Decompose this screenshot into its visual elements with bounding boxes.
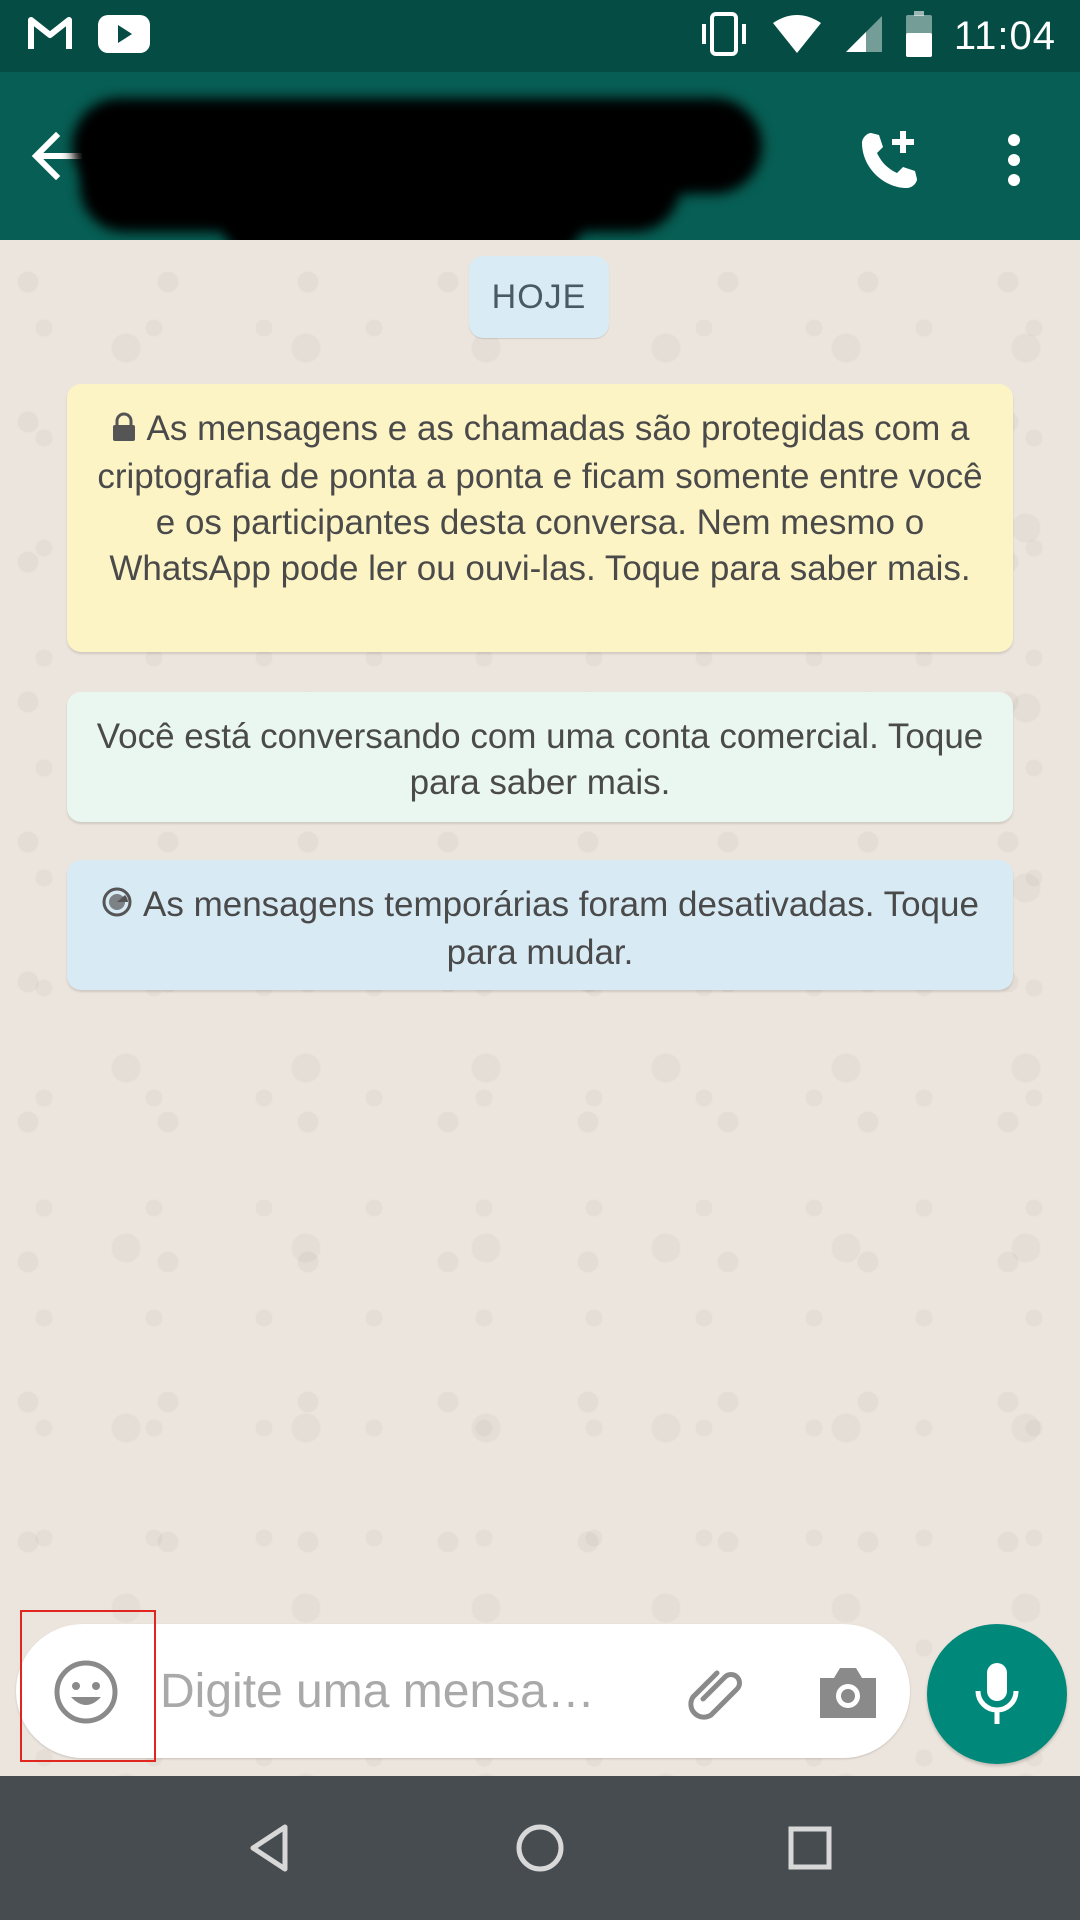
camera-icon bbox=[820, 1668, 876, 1718]
lock-icon bbox=[111, 408, 137, 454]
more-options-button[interactable] bbox=[984, 118, 1044, 202]
battery-icon bbox=[905, 10, 932, 62]
business-account-notice[interactable]: Você está conversando com uma conta come… bbox=[67, 692, 1013, 822]
status-right: 11:04 bbox=[698, 10, 1080, 62]
encryption-notice-text: As mensagens e as chamadas são protegida… bbox=[97, 409, 983, 588]
temporary-notice-text: As mensagens temporárias foram desativad… bbox=[143, 885, 979, 972]
more-vert-icon bbox=[1008, 134, 1020, 186]
add-call-button[interactable] bbox=[848, 118, 932, 202]
camera-button[interactable] bbox=[808, 1652, 888, 1732]
status-bar: 11:04 bbox=[0, 0, 1080, 72]
nav-back-button[interactable] bbox=[230, 1808, 310, 1888]
emoji-button[interactable] bbox=[46, 1652, 126, 1732]
back-triangle-icon bbox=[250, 1824, 288, 1872]
attach-icon bbox=[688, 1670, 742, 1720]
recents-square-icon bbox=[788, 1826, 832, 1870]
home-circle-icon bbox=[516, 1824, 564, 1872]
status-left bbox=[0, 14, 150, 58]
voice-message-button[interactable] bbox=[927, 1624, 1067, 1764]
chat-header bbox=[0, 72, 1080, 260]
temporary-messages-notice[interactable]: As mensagens temporárias foram desativad… bbox=[67, 860, 1013, 990]
nav-recents-button[interactable] bbox=[770, 1808, 850, 1888]
message-input[interactable] bbox=[140, 1650, 660, 1732]
youtube-icon bbox=[98, 14, 150, 58]
signal-icon bbox=[844, 14, 884, 59]
emoji-icon bbox=[54, 1660, 118, 1724]
message-composer bbox=[16, 1624, 910, 1758]
encryption-notice[interactable]: As mensagens e as chamadas são protegida… bbox=[67, 384, 1013, 652]
status-time: 11:04 bbox=[953, 13, 1056, 58]
add-call-icon bbox=[862, 131, 917, 188]
vibrate-icon bbox=[698, 11, 750, 61]
wifi-icon bbox=[772, 13, 822, 60]
business-notice-text: Você está conversando com uma conta come… bbox=[96, 717, 984, 802]
timer-icon bbox=[101, 884, 133, 930]
gmail-icon bbox=[28, 16, 72, 57]
date-chip: HOJE bbox=[469, 256, 609, 338]
attach-button[interactable] bbox=[676, 1652, 756, 1732]
nav-home-button[interactable] bbox=[500, 1808, 580, 1888]
navigation-bar bbox=[0, 1776, 1080, 1920]
mic-icon bbox=[975, 1663, 1019, 1724]
